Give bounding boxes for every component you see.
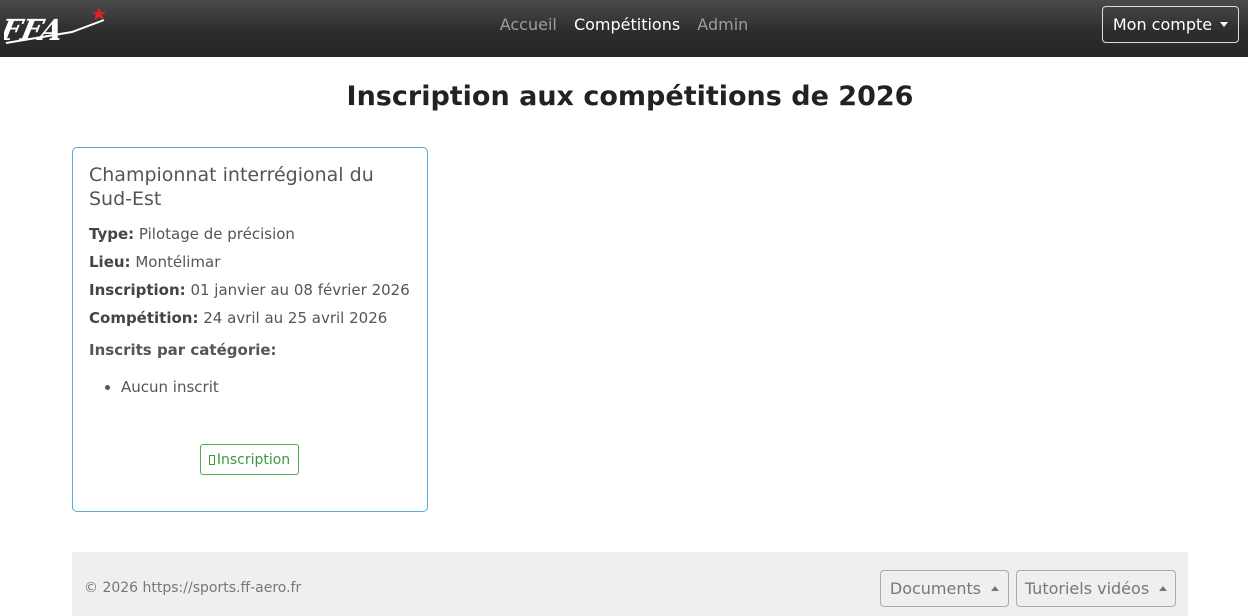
competition-dates-label: Compétition: (89, 309, 199, 327)
edit-icon (208, 454, 215, 465)
type-label: Type: (89, 225, 135, 243)
lieu-row: Lieu: Montélimar (89, 248, 411, 276)
account-label: Mon compte (1112, 15, 1213, 34)
lieu-value: Montélimar (135, 253, 221, 271)
list-item: Aucun inscrit (121, 376, 411, 398)
navbar: FFA Accueil Compétitions Admin Mon compt… (0, 0, 1248, 57)
competition-dates-value: 24 avril au 25 avril 2026 (203, 309, 388, 327)
categories-heading: Inscrits par catégorie: (89, 341, 277, 359)
documents-label: Documents (889, 579, 982, 598)
competition-dates-row: Compétition: 24 avril au 25 avril 2026 (89, 304, 411, 332)
copyright-text: © 2026 https://sports.ff-aero.fr (84, 580, 302, 596)
nav-accueil[interactable]: Accueil (500, 15, 557, 34)
inscription-label: Inscription: (89, 281, 186, 299)
inscription-button[interactable]: Inscription (200, 444, 299, 475)
documents-dropdown-button[interactable]: Documents (880, 570, 1009, 607)
categories-list: Aucun inscrit (89, 376, 411, 398)
nav-competitions[interactable]: Compétitions (574, 15, 680, 34)
account-dropdown-button[interactable]: Mon compte (1102, 6, 1239, 43)
type-row: Type: Pilotage de précision (89, 220, 411, 248)
main-nav: Accueil Compétitions Admin (0, 15, 1248, 34)
competition-title: Championnat interrégional du Sud-Est (89, 164, 374, 210)
competition-card: Championnat interrégional du Sud-Est Typ… (72, 147, 428, 512)
tutorials-dropdown-button[interactable]: Tutoriels vidéos (1016, 570, 1176, 607)
type-value: Pilotage de précision (138, 225, 295, 243)
lieu-label: Lieu: (89, 253, 131, 271)
caret-down-icon (1220, 22, 1229, 27)
inscription-button-label: Inscription (216, 451, 291, 468)
caret-up-icon (1159, 586, 1168, 591)
footer: © 2026 https://sports.ff-aero.fr Documen… (72, 552, 1188, 616)
inscription-row: Inscription: 01 janvier au 08 février 20… (89, 276, 411, 304)
tutorials-label: Tutoriels vidéos (1024, 579, 1150, 598)
caret-up-icon (991, 586, 1000, 591)
inscription-value: 01 janvier au 08 février 2026 (190, 281, 410, 299)
nav-admin[interactable]: Admin (697, 15, 748, 34)
page-title: Inscription aux compétitions de 2026 (346, 81, 914, 112)
